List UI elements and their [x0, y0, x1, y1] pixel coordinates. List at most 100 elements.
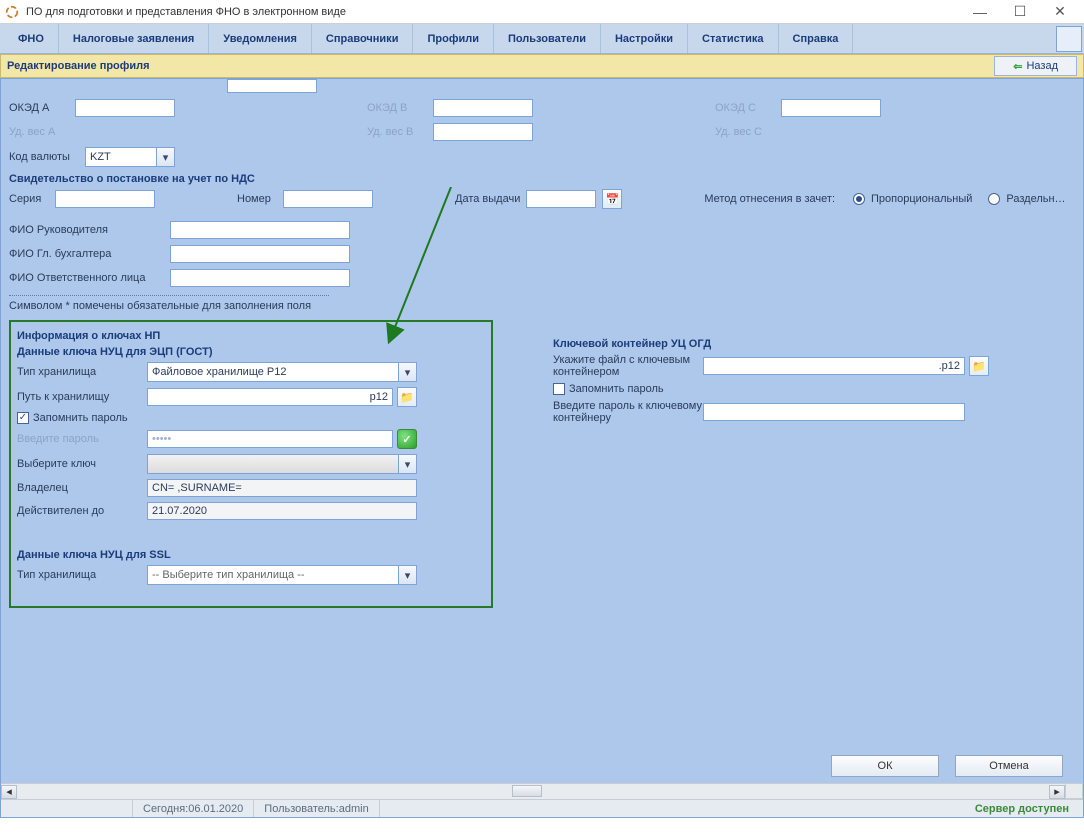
oked-b-weight-input[interactable] [433, 123, 533, 141]
ogd-file-suffix: .p12 [939, 360, 960, 372]
menu-help[interactable]: Справка [779, 24, 854, 53]
cancel-button[interactable]: Отмена [955, 755, 1063, 777]
ogd-remember-label: Запомнить пароль [569, 383, 664, 395]
oked-b-weight-label: Уд. вес В [367, 126, 427, 138]
ssl-title: Данные ключа НУЦ для SSL [17, 549, 485, 561]
storage-path-label: Путь к хранилищу [17, 391, 147, 403]
status-seg-empty [1, 800, 133, 817]
toolbar-indicator [1056, 26, 1082, 52]
status-bar: Сегодня: 06.01.2020 Пользователь: admin … [1, 799, 1083, 817]
oked-a-input[interactable] [75, 99, 175, 117]
scroll-left-button[interactable]: ◂ [1, 785, 17, 799]
page-subheader: Редактирование профиля ⇐ Назад [0, 54, 1084, 78]
oked-b-input[interactable] [433, 99, 533, 117]
nds-issue-date-input[interactable] [526, 190, 596, 208]
ogd-title: Ключевой контейнер УЦ ОГД [553, 338, 1059, 350]
scroll-thumb[interactable] [512, 785, 542, 797]
page-title: Редактирование профиля [7, 60, 150, 72]
status-user-prefix: Пользователь: [264, 803, 338, 815]
oked-c-label: ОКЭД С [715, 102, 775, 114]
ogd-file-input[interactable]: .p12 [703, 357, 965, 375]
fio-head-input[interactable] [170, 221, 350, 239]
password-input[interactable]: ••••• [147, 430, 393, 448]
folder-icon: 📁 [400, 391, 414, 404]
radio-proportional[interactable] [853, 193, 865, 205]
menu-refs[interactable]: Справочники [312, 24, 414, 53]
fio-head-label: ФИО Руководителя [9, 224, 164, 236]
ogd-file-label: Укажите файл с ключевым контейнером [553, 354, 703, 378]
minimize-button[interactable]: — [960, 1, 1000, 23]
ogd-password-input[interactable] [703, 403, 965, 421]
status-today-date: 06.01.2020 [188, 803, 243, 815]
valid-until-value: 21.07.2020 [152, 505, 207, 517]
body-area: ОКЭД А ОКЭД В ОКЭД С Уд. вес А Уд. вес В… [0, 78, 1084, 818]
chevron-down-icon: ▾ [398, 566, 416, 584]
storage-type-select[interactable]: Файловое хранилище P12 ▾ [147, 362, 417, 382]
scroll-corner [1065, 783, 1083, 799]
scroll-right-button[interactable]: ▸ [1049, 785, 1065, 799]
nds-number-input[interactable] [283, 190, 373, 208]
storage-path-input[interactable]: p12 [147, 388, 393, 406]
back-button[interactable]: ⇐ Назад [994, 56, 1077, 76]
scroll-track[interactable] [17, 785, 1049, 799]
valid-until-box: 21.07.2020 [147, 502, 417, 520]
storage-type-value: Файловое хранилище P12 [152, 366, 287, 378]
folder-icon: 📁 [972, 360, 986, 373]
nds-series-input[interactable] [55, 190, 155, 208]
app-icon [4, 4, 20, 20]
oked-c-weight-label: Уд. вес С [715, 126, 775, 138]
calendar-icon: 📅 [605, 193, 619, 206]
chevron-down-icon: ▾ [398, 455, 416, 473]
menu-fno[interactable]: ФНО [4, 24, 59, 53]
maximize-button[interactable]: ☐ [1000, 1, 1040, 23]
menu-profiles[interactable]: Профили [413, 24, 493, 53]
radio-proportional-label: Пропорциональный [871, 193, 972, 205]
required-note: Символом * помечены обязательные для зап… [9, 300, 1075, 312]
calendar-button[interactable]: 📅 [602, 189, 622, 209]
owner-value: CN= ,SURNAME= [152, 482, 242, 494]
radio-separate[interactable] [988, 193, 1000, 205]
password-confirm-button[interactable]: ✓ [397, 429, 417, 449]
back-arrow-icon: ⇐ [1013, 60, 1022, 73]
status-today-prefix: Сегодня: [143, 803, 188, 815]
password-label: Введите пароль [17, 433, 147, 445]
radio-separate-label: Раздельн… [1006, 193, 1065, 205]
browse-path-button[interactable]: 📁 [397, 387, 417, 407]
ssl-storage-type-label: Тип хранилища [17, 569, 147, 581]
storage-path-suffix: p12 [370, 391, 388, 403]
chevron-down-icon: ▾ [398, 363, 416, 381]
ogd-pane: Ключевой контейнер УЦ ОГД Укажите файл с… [553, 320, 1075, 608]
ssl-storage-type-select[interactable]: -- Выберите тип хранилища -- ▾ [147, 565, 417, 585]
fio-responsible-label: ФИО Ответственного лица [9, 272, 164, 284]
oked-b-label: ОКЭД В [367, 102, 427, 114]
ogd-password-label: Введите пароль к ключевому контейнеру [553, 400, 703, 424]
fio-responsible-input[interactable] [170, 269, 350, 287]
ok-button[interactable]: ОК [831, 755, 939, 777]
np-keys-title: Информация о ключах НП [17, 330, 485, 342]
remember-password-checkbox[interactable] [17, 412, 29, 424]
valid-until-label: Действителен до [17, 505, 147, 517]
choose-key-select[interactable]: ▾ [147, 454, 417, 474]
menu-users[interactable]: Пользователи [494, 24, 601, 53]
ogd-browse-button[interactable]: 📁 [969, 356, 989, 376]
menu-notices[interactable]: Уведомления [209, 24, 312, 53]
status-user: Пользователь: admin [254, 800, 379, 817]
oked-c-input[interactable] [781, 99, 881, 117]
close-button[interactable]: ✕ [1040, 1, 1080, 23]
fio-accountant-input[interactable] [170, 245, 350, 263]
cancel-button-label: Отмена [989, 760, 1028, 772]
ogd-remember-checkbox[interactable] [553, 383, 565, 395]
menu-settings[interactable]: Настройки [601, 24, 688, 53]
currency-select[interactable]: KZT ▾ [85, 147, 175, 167]
horizontal-scrollbar[interactable]: ◂ ▸ [1, 783, 1065, 799]
currency-value: KZT [90, 151, 111, 163]
nds-series-label: Серия [9, 193, 49, 205]
menu-tax-apps[interactable]: Налоговые заявления [59, 24, 209, 53]
menu-stats[interactable]: Статистика [688, 24, 779, 53]
chevron-down-icon: ▾ [156, 148, 174, 166]
fio-accountant-label: ФИО Гл. бухгалтера [9, 248, 164, 260]
ok-button-label: ОК [878, 760, 893, 772]
back-button-label: Назад [1026, 60, 1058, 72]
np-gost-title: Данные ключа НУЦ для ЭЦП (ГОСТ) [17, 346, 485, 358]
oked-a-weight-label: Уд. вес А [9, 126, 69, 138]
